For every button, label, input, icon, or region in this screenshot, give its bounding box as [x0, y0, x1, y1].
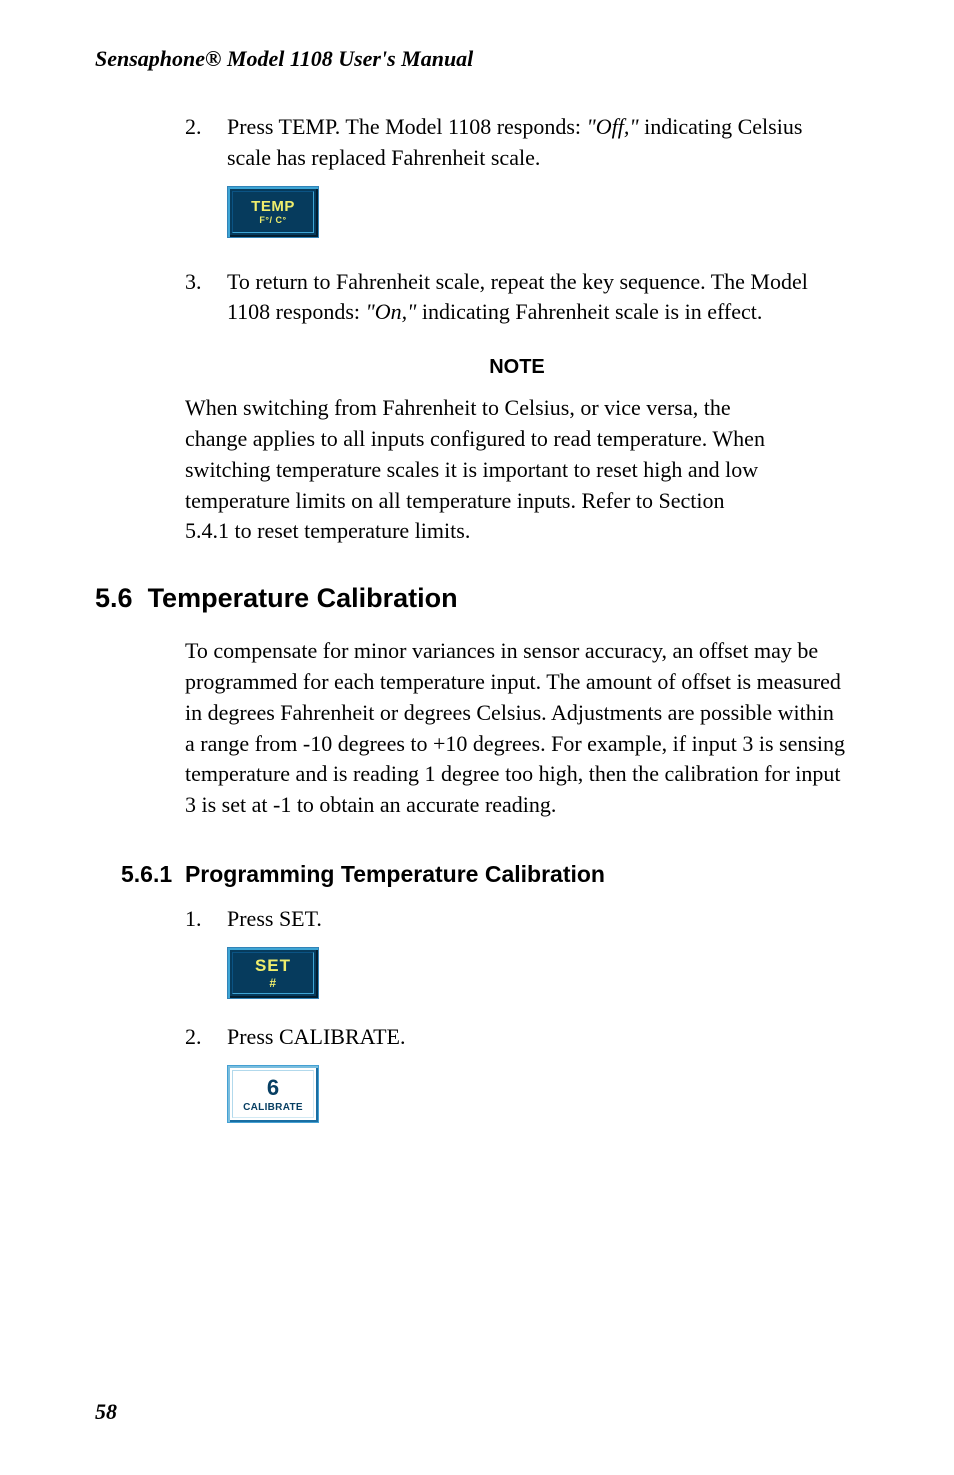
calibrate-button-inner: 6 CALIBRATE	[232, 1070, 314, 1118]
step-text-quote: "On,"	[366, 299, 417, 324]
substep-2: 2. Press CALIBRATE.	[185, 1022, 849, 1053]
step-text-pre: Press TEMP. The Model 1108 responds:	[227, 114, 587, 139]
content-area-1: 2. Press TEMP. The Model 1108 responds: …	[95, 112, 859, 547]
step-number: 2.	[185, 1022, 227, 1053]
step-2: 2. Press TEMP. The Model 1108 responds: …	[185, 112, 849, 174]
step-text: Press TEMP. The Model 1108 responds: "Of…	[227, 112, 849, 174]
step-number: 1.	[185, 904, 227, 935]
subsection-number: 5.6.1	[121, 861, 172, 887]
section-title: Temperature Calibration	[148, 583, 458, 613]
calibrate-button-sub-label: CALIBRATE	[243, 1102, 303, 1113]
note-body: When switching from Fahrenheit to Celsiu…	[185, 393, 849, 547]
step-3: 3. To return to Fahrenheit scale, repeat…	[185, 267, 849, 329]
step-text: To return to Fahrenheit scale, repeat th…	[227, 267, 849, 329]
step-text-post: indicating Fahrenheit scale is in effect…	[416, 299, 762, 324]
set-button-inner: SET #	[232, 952, 314, 994]
set-button-main-label: SET	[255, 956, 291, 976]
step-text: Press CALIBRATE.	[227, 1022, 849, 1053]
set-button-sub-label: #	[269, 976, 276, 990]
step-text: Press SET.	[227, 904, 849, 935]
section-5-6-1-heading: 5.6.1 Programming Temperature Calibratio…	[121, 861, 859, 888]
content-area-2: 1. Press SET. SET # 2. Press CALIBRATE. …	[95, 904, 859, 1128]
section-5-6-heading: 5.6 Temperature Calibration	[95, 583, 859, 614]
temp-button-inner: TEMP F°/ C°	[232, 191, 314, 233]
calibrate-button: 6 CALIBRATE	[227, 1065, 319, 1123]
substep-1: 1. Press SET.	[185, 904, 849, 935]
page-header: Sensaphone® Model 1108 User's Manual	[95, 46, 859, 72]
temp-button-main-label: TEMP	[251, 198, 295, 215]
temp-button-figure: TEMP F°/ C°	[227, 186, 849, 243]
temp-button-sub-label: F°/ C°	[259, 215, 286, 225]
page-number: 58	[95, 1399, 117, 1425]
temp-button: TEMP F°/ C°	[227, 186, 319, 238]
section-number: 5.6	[95, 583, 133, 613]
step-number: 3.	[185, 267, 227, 329]
subsection-title: Programming Temperature Calibration	[185, 861, 605, 887]
section-5-6-body: To compensate for minor variances in sen…	[95, 636, 859, 821]
note-heading: NOTE	[185, 356, 849, 379]
step-text-quote: "Off,"	[587, 114, 639, 139]
step-number: 2.	[185, 112, 227, 174]
set-button: SET #	[227, 947, 319, 999]
set-button-figure: SET #	[227, 947, 849, 1004]
calibrate-button-figure: 6 CALIBRATE	[227, 1065, 849, 1128]
calibrate-button-main-label: 6	[267, 1075, 279, 1101]
